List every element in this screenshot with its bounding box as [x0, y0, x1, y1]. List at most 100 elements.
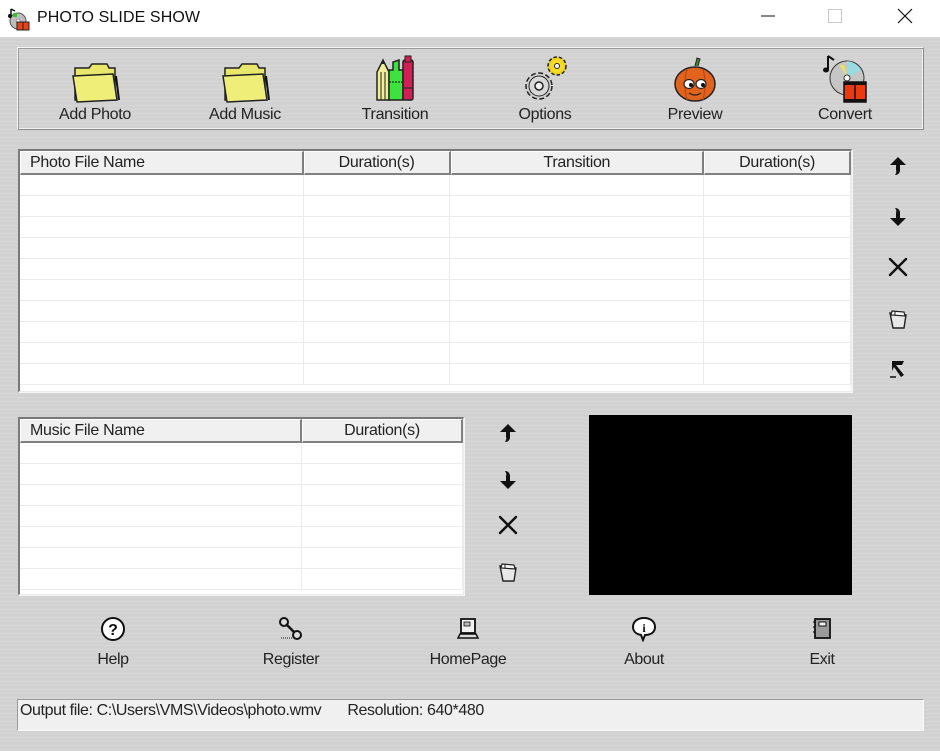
options-button[interactable]: Options [470, 48, 620, 131]
table-cell [450, 196, 705, 216]
table-cell [20, 343, 304, 363]
table-row[interactable] [20, 259, 851, 280]
table-row[interactable] [20, 443, 463, 464]
resolution-value: Resolution: 640*480 [347, 702, 484, 719]
table-cell [450, 343, 705, 363]
close-icon [897, 8, 913, 29]
table-cell [704, 301, 851, 321]
pumpkin-icon [669, 52, 721, 104]
table-cell [20, 506, 302, 526]
transition-label: Transition [361, 106, 429, 123]
music-move-down-button[interactable] [494, 468, 522, 496]
x-icon [498, 515, 518, 540]
convert-button[interactable]: Convert [770, 48, 920, 131]
arrow-up-icon [499, 423, 517, 448]
table-row[interactable] [20, 464, 463, 485]
add-photo-label: Add Photo [58, 106, 132, 123]
table-row[interactable] [20, 548, 463, 569]
table-cell [304, 343, 451, 363]
maximize-button[interactable] [812, 0, 858, 37]
photo-delete-button[interactable] [884, 255, 912, 283]
minimize-button[interactable] [745, 0, 791, 37]
table-cell [20, 259, 304, 279]
arrow-down-icon [499, 470, 517, 495]
help-label: Help [97, 651, 129, 668]
table-row[interactable] [20, 217, 851, 238]
table-row[interactable] [20, 301, 851, 322]
table-cell [20, 485, 302, 505]
table-cell [302, 548, 463, 568]
table-cell [704, 280, 851, 300]
preview-label: Preview [667, 106, 723, 123]
table-row[interactable] [20, 527, 463, 548]
table-cell [704, 259, 851, 279]
table-cell [304, 301, 451, 321]
folder-icon [219, 52, 271, 104]
photo-list[interactable]: Photo File Name Duration(s) Transition D… [18, 149, 852, 392]
help-button[interactable]: ? Help [68, 615, 158, 679]
column-header-transition[interactable]: Transition [450, 151, 705, 175]
column-header-photo-file-name[interactable]: Photo File Name [20, 151, 304, 175]
column-header-duration[interactable]: Duration(s) [303, 151, 451, 175]
transition-button[interactable]: Transition [320, 48, 470, 131]
photo-edit-button[interactable] [884, 357, 912, 385]
column-header-music-duration[interactable]: Duration(s) [302, 419, 463, 443]
exit-book-icon [808, 615, 836, 643]
pencils-icon [369, 52, 421, 104]
about-label: About [624, 651, 664, 668]
photo-clear-all-button[interactable] [884, 307, 912, 335]
add-music-button[interactable]: Add Music [170, 48, 320, 131]
table-row[interactable] [20, 343, 851, 364]
table-cell [704, 364, 851, 384]
table-row[interactable] [20, 196, 851, 217]
table-cell [20, 569, 302, 589]
preview-button[interactable]: Preview [620, 48, 770, 131]
arrow-up-icon [889, 156, 907, 181]
photo-move-up-button[interactable] [884, 154, 912, 182]
table-row[interactable] [20, 506, 463, 527]
table-cell [450, 364, 705, 384]
key-icon [277, 615, 305, 643]
column-header-music-file-name[interactable]: Music File Name [20, 419, 302, 443]
photo-list-header: Photo File Name Duration(s) Transition D… [20, 151, 851, 175]
help-icon: ? [99, 615, 127, 643]
photo-move-down-button[interactable] [884, 205, 912, 233]
table-cell [302, 569, 463, 589]
table-row[interactable] [20, 569, 463, 590]
table-cell [450, 322, 705, 342]
table-cell [20, 443, 302, 463]
table-row[interactable] [20, 175, 851, 196]
table-row[interactable] [20, 238, 851, 259]
table-row[interactable] [20, 322, 851, 343]
table-row[interactable] [20, 364, 851, 385]
table-row[interactable] [20, 280, 851, 301]
music-delete-button[interactable] [494, 513, 522, 541]
homepage-label: HomePage [429, 651, 507, 668]
register-label: Register [262, 651, 320, 668]
music-move-up-button[interactable] [494, 421, 522, 449]
exit-button[interactable]: Exit [777, 615, 867, 679]
trash-icon [887, 308, 909, 335]
table-cell [20, 175, 304, 195]
hammer-icon [888, 359, 908, 384]
close-button[interactable] [882, 0, 928, 37]
table-row[interactable] [20, 485, 463, 506]
gears-icon [519, 52, 571, 104]
about-button[interactable]: i About [599, 615, 689, 679]
table-cell [304, 175, 451, 195]
music-list[interactable]: Music File Name Duration(s) [18, 417, 464, 595]
main-window: Add Photo Add Music Transition Options P… [0, 37, 940, 751]
add-photo-button[interactable]: Add Photo [20, 48, 170, 131]
exit-label: Exit [809, 651, 835, 668]
homepage-button[interactable]: HomePage [423, 615, 513, 679]
table-cell [704, 217, 851, 237]
music-clear-all-button[interactable] [494, 560, 522, 588]
register-button[interactable]: Register [246, 615, 336, 679]
folder-icon [69, 52, 121, 104]
preview-screen [589, 415, 852, 595]
table-cell [304, 196, 451, 216]
table-cell [450, 175, 705, 195]
column-header-transition-duration[interactable]: Duration(s) [704, 151, 851, 175]
music-list-header: Music File Name Duration(s) [20, 419, 463, 443]
table-cell [704, 175, 851, 195]
